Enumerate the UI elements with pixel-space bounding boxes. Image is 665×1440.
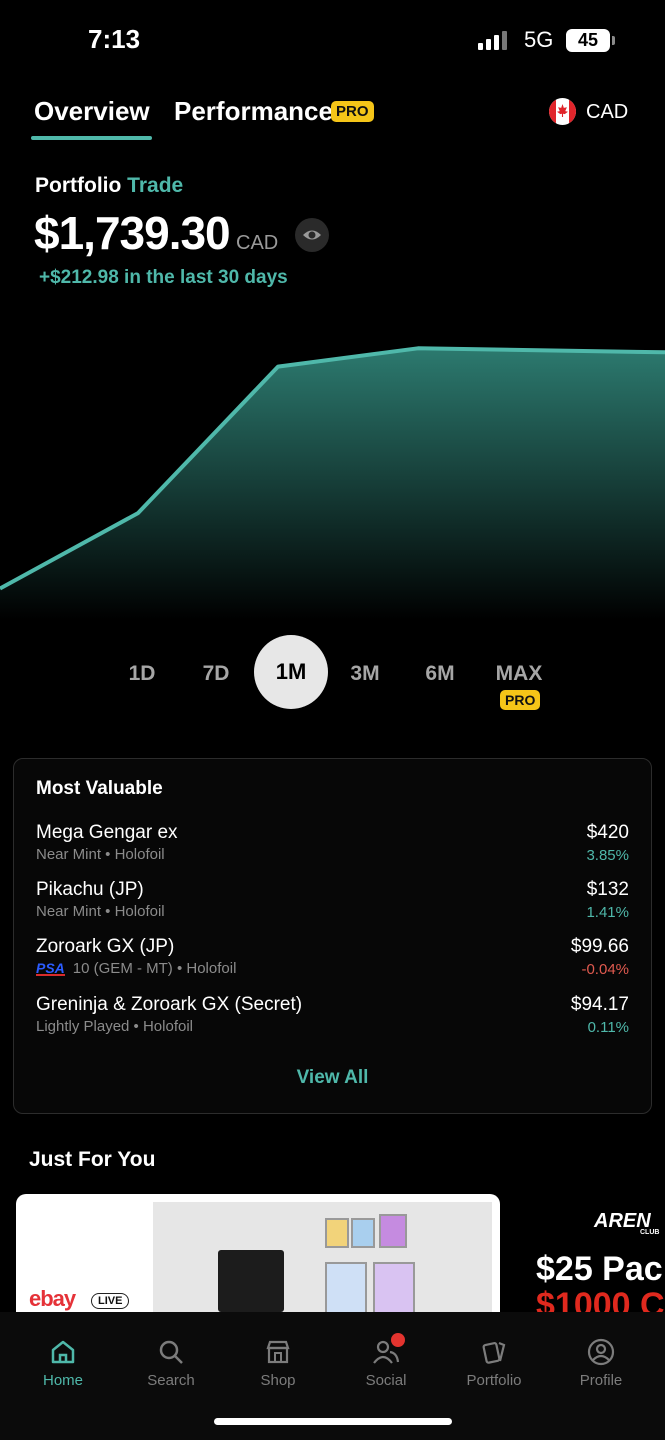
notification-dot	[391, 1333, 405, 1347]
item-name[interactable]: Greninja & Zoroark GX (Secret)	[36, 994, 302, 1016]
portfolio-label-text: Portfolio	[35, 174, 122, 197]
just-for-you-title: Just For You	[29, 1148, 156, 1171]
currency-selector[interactable]: CAD	[586, 101, 628, 124]
item-detail: Near Mint • Holofoil	[36, 903, 165, 920]
range-max[interactable]: MAX	[482, 654, 556, 694]
range-1m[interactable]: 1M	[254, 635, 328, 709]
tab-performance[interactable]: Performance	[174, 96, 333, 127]
battery-icon: 45	[566, 29, 615, 52]
item-name[interactable]: Zoroark GX (JP)	[36, 936, 174, 958]
item-detail: Near Mint • Holofoil	[36, 846, 165, 863]
nav-label: Portfolio	[466, 1372, 522, 1389]
home-icon	[51, 1340, 75, 1364]
nav-portfolio[interactable]: Portfolio	[449, 1338, 539, 1389]
most-valuable-title: Most Valuable	[36, 778, 163, 799]
signal-icon	[478, 30, 507, 50]
portfolio-chart[interactable]	[0, 300, 665, 620]
psa-logo: PSA	[36, 960, 65, 976]
nav-label: Profile	[579, 1372, 623, 1389]
profile-icon	[587, 1338, 615, 1366]
item-change: -0.04%	[581, 961, 629, 978]
live-badge: LIVE	[91, 1293, 130, 1309]
status-time: 7:13	[88, 24, 141, 54]
promo-figure-box	[218, 1250, 284, 1312]
eye-icon	[303, 230, 321, 240]
item-price: $99.66	[570, 936, 629, 957]
portfolio-icon	[482, 1341, 506, 1364]
promo-headline[interactable]: $25 Pac	[536, 1250, 663, 1289]
item-detail: Lightly Played • Holofoil	[36, 1018, 194, 1035]
nav-label: Shop	[260, 1372, 296, 1389]
item-price: $94.17	[570, 994, 629, 1015]
ebay-logo-text: ebay	[29, 1286, 76, 1311]
range-1d[interactable]: 1D	[105, 654, 179, 694]
max-pro-badge: PRO	[500, 690, 541, 710]
item-price: $420	[586, 822, 629, 843]
nav-social[interactable]: Social	[341, 1333, 431, 1389]
promo-subheadline[interactable]: $1000 C	[536, 1286, 665, 1312]
promo-card-ebay[interactable]: ebay LIVE	[16, 1194, 500, 1312]
item-change: 3.85%	[586, 847, 629, 864]
nav-profile[interactable]: Profile	[556, 1338, 646, 1389]
tab-overview[interactable]: Overview	[34, 96, 150, 127]
chart-area	[0, 348, 665, 620]
item-change: 1.41%	[586, 904, 629, 921]
item-name[interactable]: Mega Gengar ex	[36, 822, 178, 844]
item-name[interactable]: Pikachu (JP)	[36, 879, 144, 901]
nav-home[interactable]: Home	[18, 1338, 108, 1389]
promo-graded-card	[325, 1262, 367, 1312]
portfolio-change: +$212.98 in the last 30 days	[39, 267, 288, 288]
nav-shop[interactable]: Shop	[233, 1338, 323, 1389]
portfolio-value-currency: CAD	[236, 232, 279, 254]
search-icon	[159, 1340, 183, 1364]
portfolio-label[interactable]: Portfolio Trade	[35, 174, 183, 198]
hide-value-button[interactable]	[295, 218, 329, 252]
item-detail: 10 (GEM - MT) • Holofoil	[72, 960, 237, 977]
pro-badge: PRO	[331, 101, 374, 122]
shop-icon	[266, 1340, 290, 1364]
nav-label: Home	[42, 1372, 83, 1389]
arena-brand-sub: CLUB	[640, 1229, 660, 1236]
promo-small-box	[351, 1218, 375, 1248]
promo-photo	[153, 1202, 492, 1312]
home-indicator	[214, 1418, 452, 1425]
nav-search[interactable]: Search	[126, 1338, 216, 1389]
ebay-logo: ebay	[29, 1286, 76, 1312]
promo-small-box	[379, 1214, 407, 1248]
item-price: $132	[586, 879, 629, 900]
canada-flag-icon[interactable]	[549, 98, 576, 125]
range-3m[interactable]: 3M	[328, 654, 402, 694]
item-change: 0.11%	[587, 1019, 629, 1036]
range-7d[interactable]: 7D	[179, 654, 253, 694]
portfolio-name: Trade	[127, 174, 184, 197]
promo-graded-card	[373, 1262, 415, 1312]
promo-small-box	[325, 1218, 349, 1248]
view-all-link[interactable]: View All	[0, 1067, 665, 1089]
nav-label: Search	[147, 1372, 195, 1389]
range-6m[interactable]: 6M	[403, 654, 477, 694]
nav-label: Social	[365, 1372, 407, 1389]
item-detail-row: PSA 10 (GEM - MT) • Holofoil	[36, 960, 236, 977]
network-type: 5G	[524, 27, 554, 52]
portfolio-value: $1,739.30	[34, 207, 231, 259]
tab-underline	[31, 136, 152, 140]
